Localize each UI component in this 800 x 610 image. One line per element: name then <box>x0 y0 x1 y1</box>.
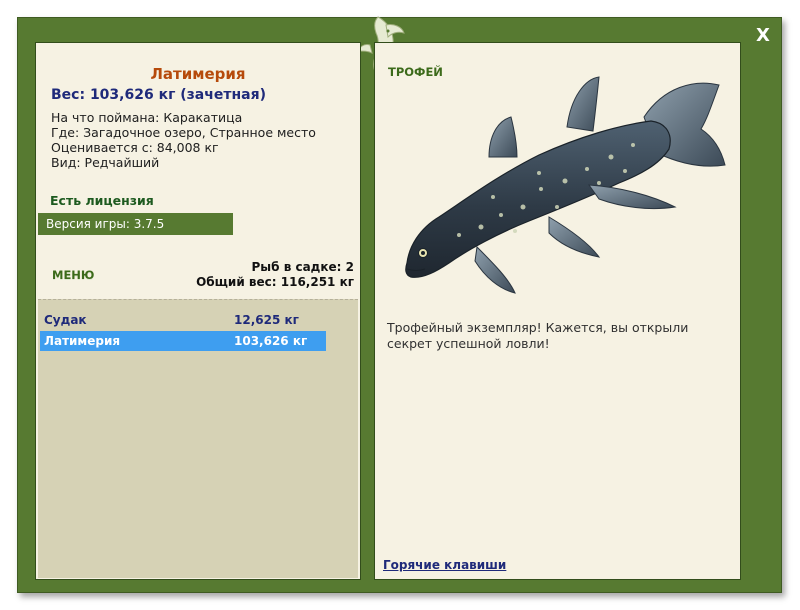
keepnet-count: Рыб в садке: 2 <box>251 260 355 274</box>
catch-list-item[interactable]: Судак 12,625 кг <box>40 310 326 330</box>
keepnet-summary: Рыб в садке: 2 Общий вес: 116,251 кг <box>196 260 354 290</box>
license-status: Есть лицензия <box>50 193 154 208</box>
catch-weight: 103,626 кг <box>234 334 308 348</box>
value-info: Оценивается с: 84,008 кг <box>51 140 219 155</box>
kind-info: Вид: Редчайший <box>51 155 160 170</box>
close-button[interactable]: X <box>752 25 774 47</box>
bait-info: На что поймана: Каракатица <box>51 110 243 125</box>
catch-weight: 12,625 кг <box>234 313 299 327</box>
trophy-panel: ТРОФЕЙ Трофейный экземпляр! Кажется, вы … <box>374 42 741 580</box>
menu-button[interactable]: МЕНЮ <box>52 268 94 282</box>
close-icon[interactable]: X <box>756 25 770 46</box>
trophy-label: ТРОФЕЙ <box>388 65 443 79</box>
trophy-description: Трофейный экземпляр! Кажется, вы открыли… <box>387 320 689 351</box>
coelacanth-image <box>405 76 726 294</box>
catch-list-item-selected[interactable]: Латимерия 103,626 кг <box>40 331 326 351</box>
fish-info-panel: Латимерия Вес: 103,626 кг (зачетная) На … <box>35 42 361 580</box>
catch-name: Латимерия <box>44 334 121 348</box>
hotkeys-link[interactable]: Горячие клавиши <box>383 558 506 572</box>
catch-name: Судак <box>44 313 87 327</box>
keepnet-total-weight: Общий вес: 116,251 кг <box>196 275 354 289</box>
location-info: Где: Загадочное озеро, Странное место <box>51 125 316 140</box>
catch-list: Судак 12,625 кг Латимерия 103,626 кг <box>38 299 358 578</box>
fish-title: Латимерия <box>150 65 246 83</box>
game-version: Версия игры: 3.7.5 <box>38 213 233 235</box>
fish-weight: Вес: 103,626 кг (зачетная) <box>51 87 266 103</box>
